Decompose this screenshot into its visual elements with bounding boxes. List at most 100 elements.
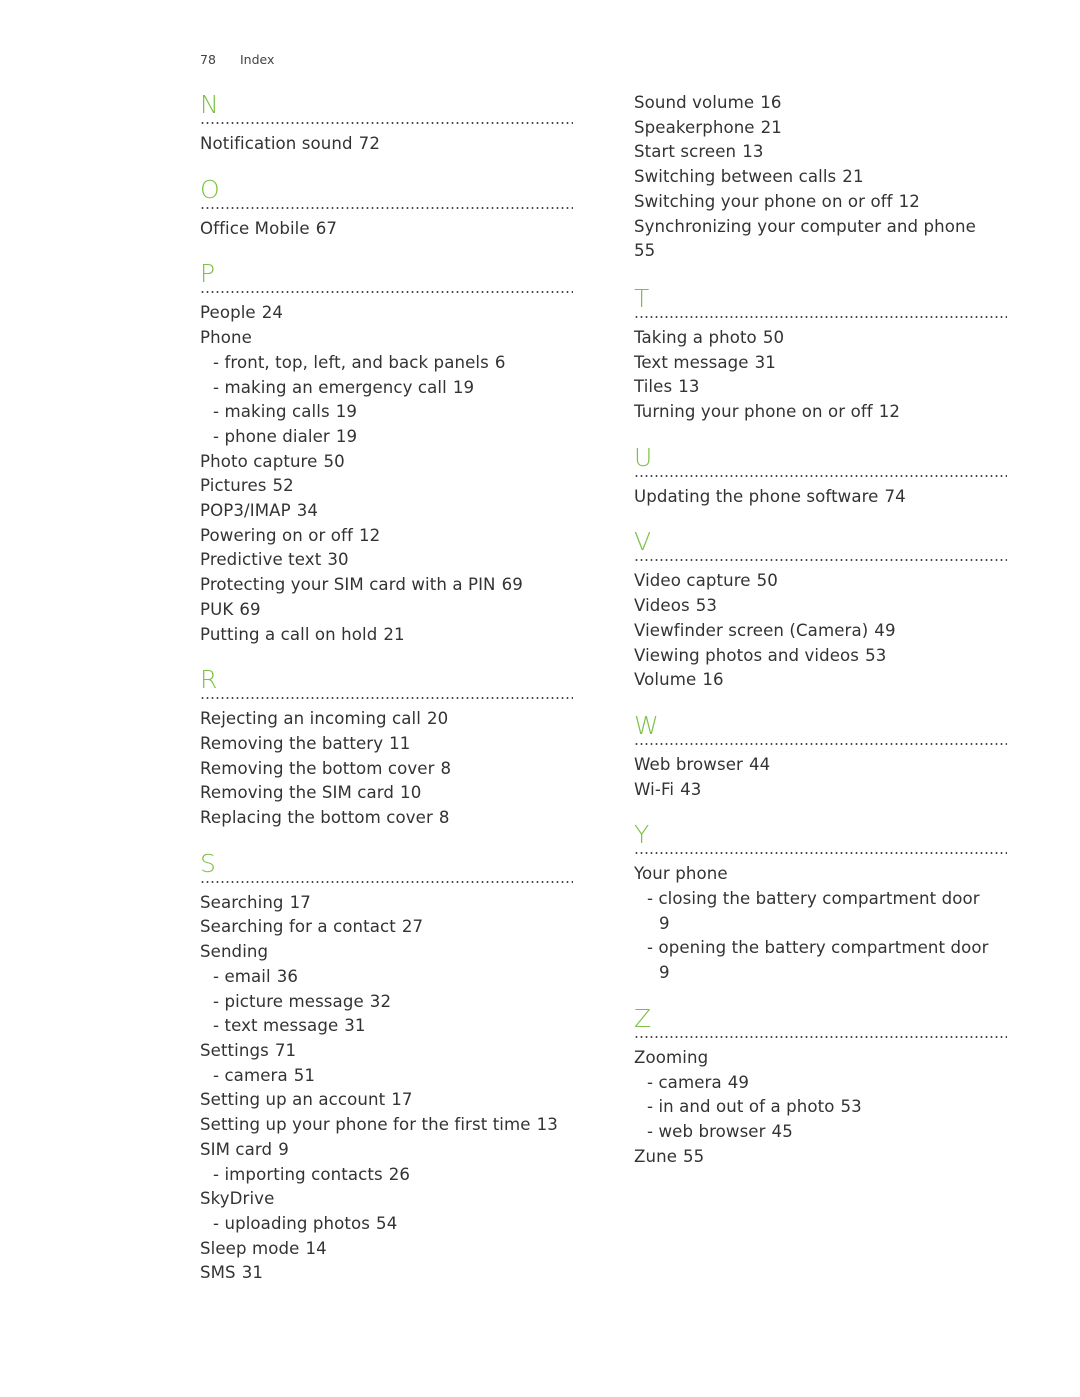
index-section-u: U Updating the phone software 74 bbox=[634, 443, 1007, 510]
entry-text: Searching for a contact bbox=[200, 917, 396, 937]
entry-text: Removing the battery bbox=[200, 733, 384, 753]
page-reference[interactable]: 45 bbox=[772, 1122, 793, 1141]
index-entry: Powering on or off 12 bbox=[200, 524, 573, 549]
dotted-divider bbox=[634, 474, 1007, 477]
page-reference[interactable]: 34 bbox=[297, 501, 318, 520]
page-reference[interactable]: 16 bbox=[760, 93, 781, 112]
page-reference[interactable]: 36 bbox=[277, 967, 298, 986]
page-reference[interactable]: 14 bbox=[305, 1239, 326, 1258]
entry-text: - uploading photos bbox=[213, 1213, 371, 1233]
page-reference[interactable]: 21 bbox=[383, 625, 404, 644]
index-entry: SkyDrive bbox=[200, 1187, 573, 1212]
page-reference[interactable]: 16 bbox=[702, 670, 723, 689]
page-reference[interactable]: 52 bbox=[273, 476, 294, 495]
page-reference[interactable]: 27 bbox=[402, 917, 423, 936]
page-reference[interactable]: 19 bbox=[336, 427, 357, 446]
page-reference[interactable]: 49 bbox=[874, 621, 895, 640]
page-reference[interactable]: 31 bbox=[755, 353, 776, 372]
page-reference[interactable]: 24 bbox=[262, 303, 283, 322]
index-entry: SIM card 9 bbox=[200, 1138, 573, 1163]
index-entry: Switching between calls 21 bbox=[634, 165, 1007, 190]
page-reference[interactable]: 32 bbox=[370, 992, 391, 1011]
page-reference[interactable]: 31 bbox=[242, 1263, 263, 1282]
page-reference[interactable]: 53 bbox=[840, 1097, 861, 1116]
entry-text: Video capture bbox=[634, 571, 751, 591]
page-reference[interactable]: 55 bbox=[634, 239, 1007, 264]
page-reference[interactable]: 54 bbox=[376, 1214, 397, 1233]
section-letter: U bbox=[634, 442, 653, 472]
page-header: 78 Index bbox=[200, 52, 274, 67]
index-entry: Photo capture 50 bbox=[200, 450, 573, 475]
entry-text: - camera bbox=[647, 1072, 722, 1092]
entry-text: Protecting your SIM card with a PIN bbox=[200, 575, 496, 595]
index-entry: Web browser 44 bbox=[634, 753, 1007, 778]
page-reference[interactable]: 49 bbox=[728, 1073, 749, 1092]
entry-text: Putting a call on hold bbox=[200, 624, 378, 644]
page-reference[interactable]: 13 bbox=[742, 142, 763, 161]
page-reference[interactable]: 44 bbox=[749, 755, 770, 774]
dotted-divider bbox=[634, 852, 1007, 855]
index-entry: Synchronizing your computer and phone 55 bbox=[634, 215, 1007, 264]
page-reference[interactable]: 21 bbox=[761, 118, 782, 137]
page-reference[interactable]: 72 bbox=[359, 134, 380, 153]
page-reference[interactable]: 50 bbox=[763, 328, 784, 347]
page-number: 78 bbox=[200, 52, 216, 67]
page-reference[interactable]: 67 bbox=[316, 219, 337, 238]
page-reference[interactable]: 31 bbox=[344, 1016, 365, 1035]
entry-text: SMS bbox=[200, 1263, 236, 1283]
entry-text: Rejecting an incoming call bbox=[200, 709, 421, 729]
index-subentry: - web browser 45 bbox=[634, 1120, 1007, 1145]
page-reference[interactable]: 53 bbox=[696, 596, 717, 615]
page-reference[interactable]: 69 bbox=[502, 575, 523, 594]
page-reference[interactable]: 43 bbox=[680, 780, 701, 799]
page-reference[interactable]: 53 bbox=[865, 646, 886, 665]
page-reference[interactable]: 50 bbox=[757, 571, 778, 590]
entry-text: Speakerphone bbox=[634, 117, 755, 137]
page-reference[interactable]: 9 bbox=[647, 912, 1007, 937]
page-reference[interactable]: 12 bbox=[359, 526, 380, 545]
index-entry: Removing the SIM card 10 bbox=[200, 781, 573, 806]
page-reference[interactable]: 9 bbox=[647, 961, 1007, 986]
index-section-z: Z Zooming - camera 49 - in and out of a phot… bbox=[634, 1004, 1007, 1170]
page-reference[interactable]: 8 bbox=[441, 759, 452, 778]
page-reference[interactable]: 26 bbox=[389, 1165, 410, 1184]
page-reference[interactable]: 12 bbox=[879, 402, 900, 421]
index-entry: People 24 bbox=[200, 301, 573, 326]
page-reference[interactable]: 69 bbox=[239, 600, 260, 619]
entry-text: Web browser bbox=[634, 754, 743, 774]
page-reference[interactable]: 8 bbox=[439, 808, 450, 827]
entry-text: Turning your phone on or off bbox=[634, 402, 873, 422]
page-reference[interactable]: 10 bbox=[400, 783, 421, 802]
page-reference[interactable]: 74 bbox=[885, 487, 906, 506]
page-reference[interactable]: 13 bbox=[537, 1115, 558, 1134]
page-reference[interactable]: 6 bbox=[495, 353, 506, 372]
index-entry: Setting up an account 17 bbox=[200, 1088, 573, 1113]
section-letter: Z bbox=[634, 1003, 652, 1033]
page-reference[interactable]: 51 bbox=[294, 1066, 315, 1085]
page-reference[interactable]: 19 bbox=[336, 402, 357, 421]
index-entry: Replacing the bottom cover 8 bbox=[200, 806, 573, 831]
page-reference[interactable]: 19 bbox=[453, 378, 474, 397]
index-section-w: W Web browser 44 Wi-Fi 43 bbox=[634, 711, 1007, 802]
page-reference[interactable]: 17 bbox=[290, 893, 311, 912]
index-column-right: Sound volume 16 Speakerphone 21 Start screen… bbox=[634, 91, 1007, 1187]
page-reference[interactable]: 30 bbox=[327, 550, 348, 569]
page-reference[interactable]: 12 bbox=[899, 192, 920, 211]
page-reference[interactable]: 50 bbox=[323, 452, 344, 471]
page-reference[interactable]: 21 bbox=[842, 167, 863, 186]
index-column-left: N Notification sound 72 O Office Mobile 67 P Pe… bbox=[200, 90, 573, 1304]
page-reference[interactable]: 17 bbox=[391, 1090, 412, 1109]
index-section-y: Y Your phone - closing the battery compart… bbox=[634, 820, 1007, 986]
page-reference[interactable]: 71 bbox=[275, 1041, 296, 1060]
entry-text: Tiles bbox=[634, 377, 673, 397]
index-entry: Settings 71 bbox=[200, 1039, 573, 1064]
index-entry: Searching 17 bbox=[200, 891, 573, 916]
page-reference[interactable]: 20 bbox=[427, 709, 448, 728]
page-reference[interactable]: 55 bbox=[683, 1147, 704, 1166]
page-reference[interactable]: 13 bbox=[678, 377, 699, 396]
entry-text: Start screen bbox=[634, 142, 737, 162]
index-entry: POP3/IMAP 34 bbox=[200, 499, 573, 524]
entry-text: Setting up an account bbox=[200, 1090, 386, 1110]
page-reference[interactable]: 11 bbox=[389, 734, 410, 753]
page-reference[interactable]: 9 bbox=[278, 1140, 289, 1159]
